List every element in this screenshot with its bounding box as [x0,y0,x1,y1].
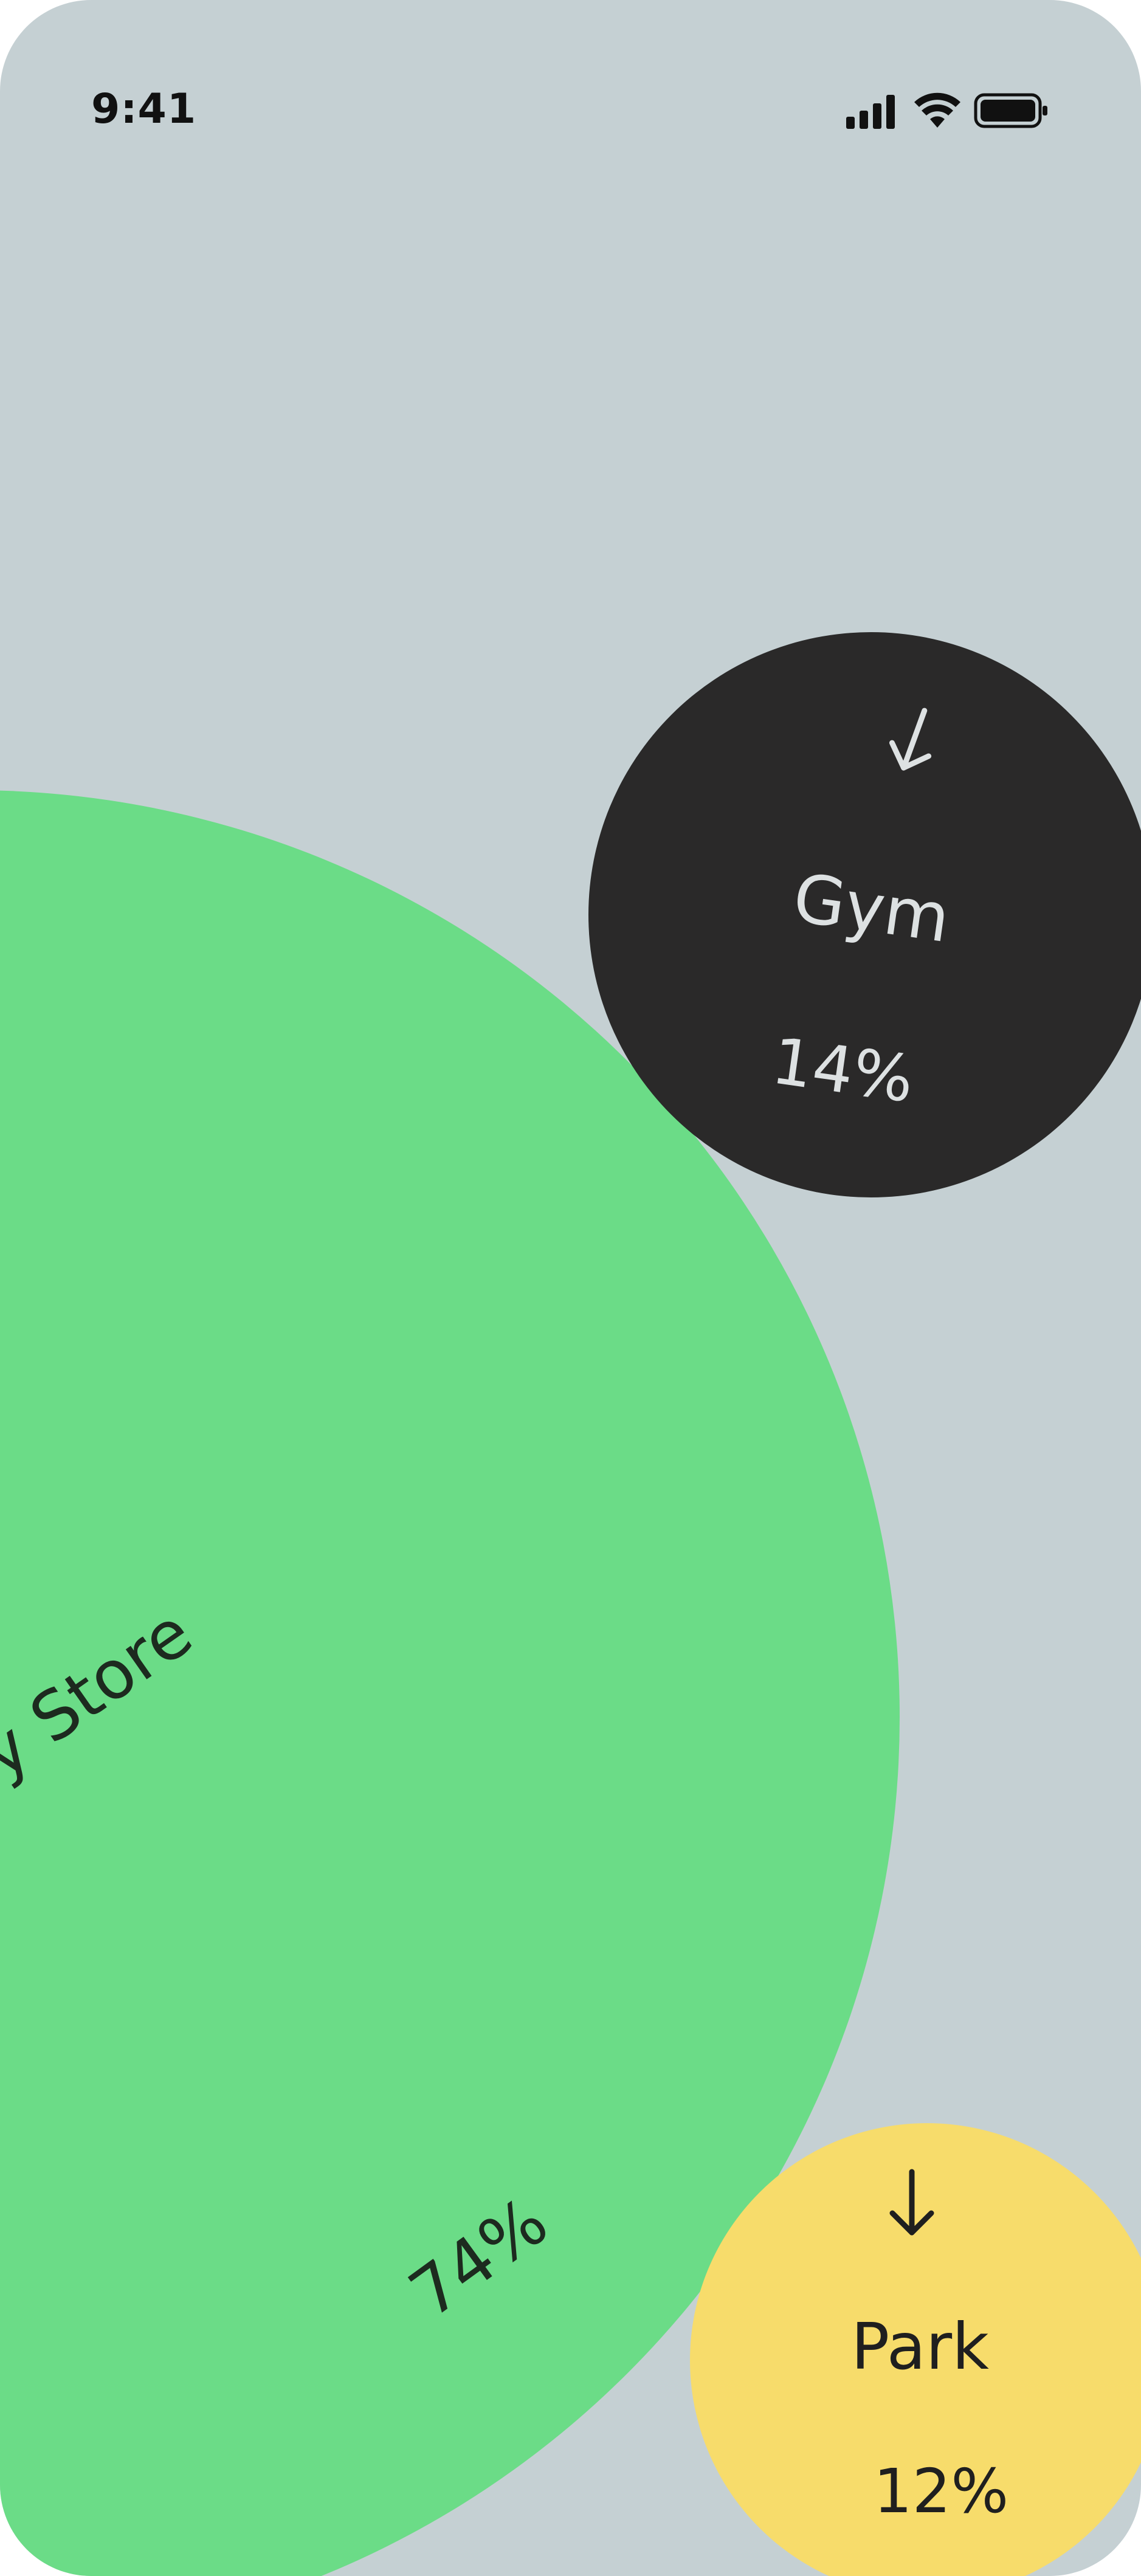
park-bubble-percent: 12% [874,2456,1009,2527]
wifi-icon [914,92,960,128]
status-icons [845,91,1052,134]
park-bubble-label: Park [851,2310,989,2384]
battery-icon [974,93,1047,128]
cellular-signal-icon [846,95,895,129]
arrow-down-icon [889,2169,934,2236]
status-time: 9:41 [91,85,197,133]
phone-screen: 9:41 y Store 74% Gym 14% Park 12% [0,0,1141,2576]
status-bar: 9:41 [0,0,1141,219]
